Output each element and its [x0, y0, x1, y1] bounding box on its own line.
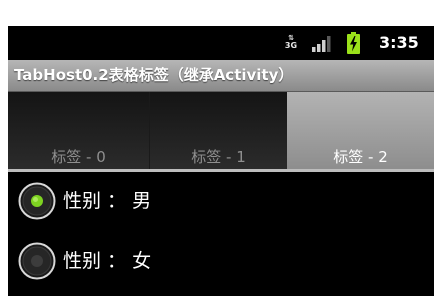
tab-1-label: 标签 - 1	[191, 148, 246, 166]
tab-2-label: 标签 - 2	[333, 148, 388, 166]
radio-label-female: 性别 ： 女	[63, 250, 152, 272]
phone-screen: ⇅ 3G 3:35 TabHost0.2表格标签（继承Activity） 标签 …	[8, 26, 434, 296]
network-type-label: 3G	[284, 41, 298, 50]
app-title-bar: TabHost0.2表格标签（继承Activity）	[8, 60, 434, 92]
clock-time: 3:35	[379, 33, 419, 52]
tab-0[interactable]: 标签 - 0	[8, 92, 150, 172]
status-bar: ⇅ 3G 3:35	[8, 26, 434, 60]
tab-1[interactable]: 标签 - 1	[150, 92, 287, 172]
app-title: TabHost0.2表格标签（继承Activity）	[14, 66, 294, 84]
tab-content: 性别 ： 男 性别 ： 女	[8, 172, 434, 296]
network-type-icon: ⇅ 3G	[283, 35, 299, 53]
battery-charging-icon	[347, 32, 360, 54]
radio-unchecked-icon[interactable]	[18, 242, 56, 280]
tab-0-label: 标签 - 0	[51, 148, 106, 166]
device-frame: ⇅ 3G 3:35 TabHost0.2表格标签（继承Activity） 标签 …	[0, 0, 434, 296]
radio-option-female[interactable]: 性别 ： 女	[8, 238, 434, 294]
radio-label-male: 性别 ： 男	[63, 190, 152, 212]
tab-bar: 标签 - 0 标签 - 1 标签 - 2	[8, 92, 434, 172]
tab-2[interactable]: 标签 - 2	[287, 92, 434, 172]
radio-checked-icon[interactable]	[18, 182, 56, 220]
signal-bars-icon	[312, 36, 331, 52]
radio-option-male[interactable]: 性别 ： 男	[8, 178, 434, 234]
